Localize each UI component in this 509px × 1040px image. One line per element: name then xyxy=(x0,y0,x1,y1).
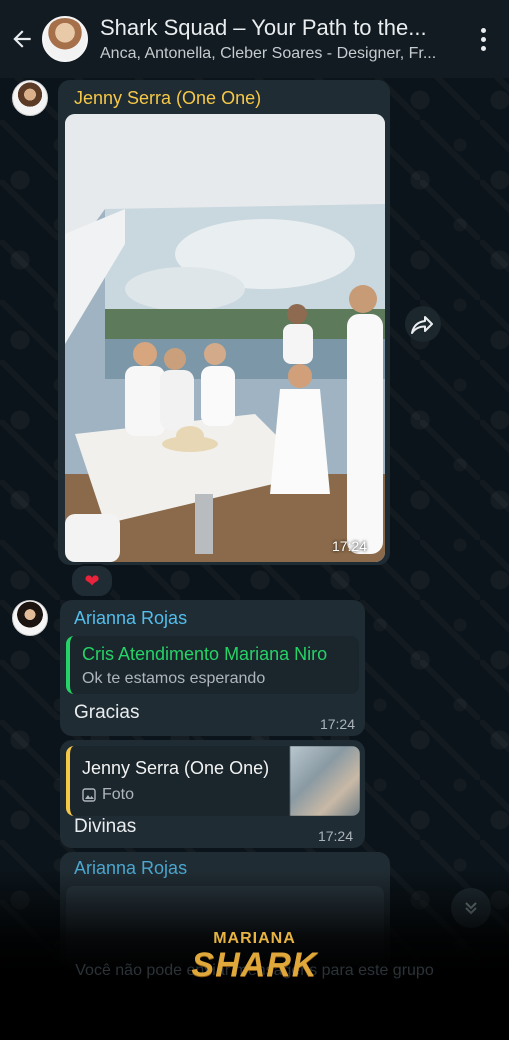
chat-header: Shark Squad – Your Path to the... Anca, … xyxy=(0,0,509,78)
sender-name[interactable]: Arianna Rojas xyxy=(74,608,187,629)
message-text: Divinas xyxy=(74,816,137,837)
brand-main-text: SHARK xyxy=(191,946,318,984)
message-time: 17:24 xyxy=(317,828,353,844)
avatar[interactable] xyxy=(12,600,48,636)
group-info[interactable]: Shark Squad – Your Path to the... Anca, … xyxy=(100,15,468,63)
message-text: Gracias xyxy=(74,702,140,723)
avatar[interactable] xyxy=(12,80,48,116)
group-members: Anca, Antonella, Cleber Soares - Designe… xyxy=(100,45,437,62)
back-arrow-icon[interactable] xyxy=(4,26,40,52)
sender-name[interactable]: Jenny Serra (One One) xyxy=(74,88,261,109)
quoted-type: Foto xyxy=(82,786,134,804)
quoted-message[interactable]: Jenny Serra (One One) Foto xyxy=(66,746,360,816)
message-bubble[interactable]: Jenny Serra (One One) 17:24 xyxy=(58,80,390,565)
photo-thumbnail xyxy=(290,746,360,816)
group-avatar[interactable] xyxy=(42,16,88,62)
heart-reaction-icon[interactable]: ❤ xyxy=(70,564,114,598)
message-bubble[interactable]: Jenny Serra (One One) Foto Divinas 17:24 xyxy=(60,740,365,848)
quoted-author: Jenny Serra (One One) xyxy=(82,758,270,778)
yacht-photo-illustration xyxy=(65,114,385,562)
photo-icon xyxy=(82,788,96,802)
forward-icon[interactable] xyxy=(405,306,441,342)
message-time: 17:24 xyxy=(319,716,355,732)
quoted-message[interactable]: Cris Atendimento Mariana Niro Ok te esta… xyxy=(66,636,359,694)
quoted-type-label: Foto xyxy=(102,786,135,803)
photo-image[interactable]: 17:24 xyxy=(65,114,385,562)
more-vertical-icon[interactable] xyxy=(481,28,487,55)
quoted-text: Ok te estamos esperando xyxy=(82,670,266,687)
brand-logo: MARIANA SHARK xyxy=(150,930,359,982)
quoted-author: Cris Atendimento Mariana Niro xyxy=(82,644,328,664)
message-bubble[interactable]: Arianna Rojas Cris Atendimento Mariana N… xyxy=(60,600,365,736)
message-time: 17:24 xyxy=(331,538,367,554)
group-title: Shark Squad – Your Path to the... xyxy=(100,15,427,40)
